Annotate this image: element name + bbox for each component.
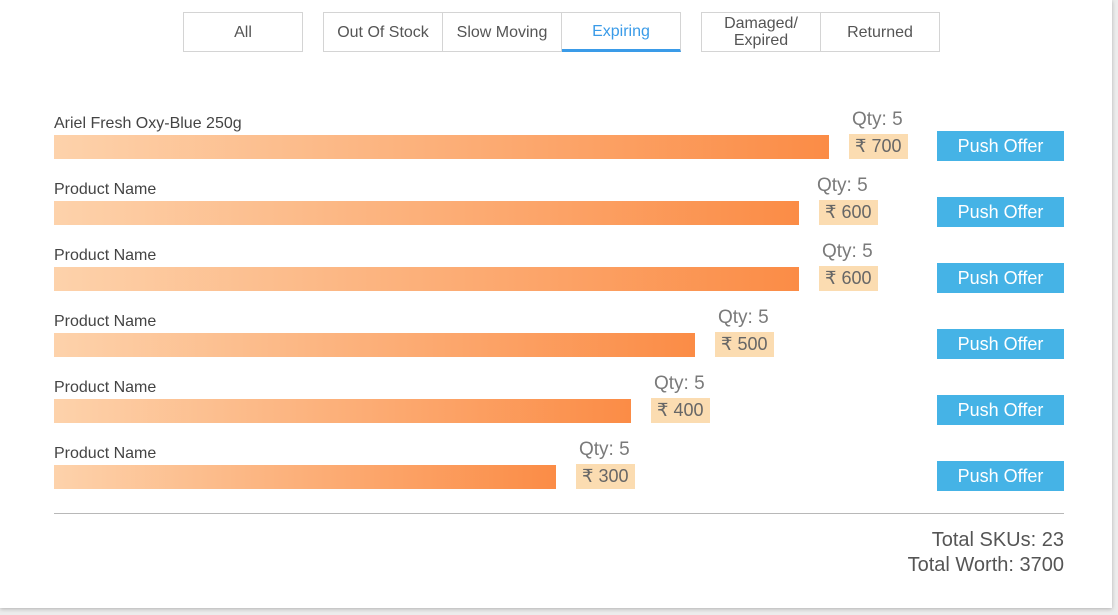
- inventory-card: All Out Of Stock Slow Moving Expiring Da…: [0, 0, 1112, 608]
- push-offer-button[interactable]: Push Offer: [937, 461, 1064, 491]
- tab-returned-label: Returned: [847, 23, 913, 41]
- tab-group-issues: Damaged/ Expired Returned: [701, 12, 940, 52]
- totals-summary: Total SKUs: 23 Total Worth: 3700: [908, 528, 1064, 578]
- product-price-badge: ₹ 300: [576, 464, 635, 489]
- summary-divider: [54, 513, 1064, 514]
- product-qty: Qty: 5: [817, 175, 868, 196]
- push-offer-button[interactable]: Push Offer: [937, 197, 1064, 227]
- product-qty: Qty: 5: [718, 307, 769, 328]
- tab-group-all: All: [183, 12, 303, 52]
- stock-worth-bar: [54, 333, 695, 357]
- product-price-badge: ₹ 600: [819, 266, 878, 291]
- product-row: Product Name Qty: 5 ₹ 600 Push Offer: [0, 241, 1112, 307]
- tab-slow-moving-label: Slow Moving: [456, 23, 548, 41]
- push-offer-button[interactable]: Push Offer: [937, 329, 1064, 359]
- tab-returned[interactable]: Returned: [821, 12, 940, 52]
- stock-worth-bar: [54, 465, 556, 489]
- stock-worth-bar: [54, 267, 799, 291]
- product-price-badge: ₹ 500: [715, 332, 774, 357]
- stock-worth-bar: [54, 201, 799, 225]
- product-price-badge: ₹ 600: [819, 200, 878, 225]
- tab-group-stock-status: Out Of Stock Slow Moving Expiring: [323, 12, 681, 52]
- product-name: Ariel Fresh Oxy-Blue 250g: [54, 115, 242, 132]
- product-row: Ariel Fresh Oxy-Blue 250g Qty: 5 ₹ 700 P…: [0, 109, 1112, 175]
- tab-damaged-label-line2: Expired: [733, 32, 789, 49]
- tab-damaged-expired[interactable]: Damaged/ Expired: [701, 12, 821, 52]
- product-qty: Qty: 5: [654, 373, 705, 394]
- stock-worth-bar: [54, 135, 829, 159]
- product-price-badge: ₹ 400: [651, 398, 710, 423]
- total-skus: Total SKUs: 23: [931, 529, 1064, 551]
- product-price-badge: ₹ 700: [849, 134, 908, 159]
- product-qty: Qty: 5: [822, 241, 873, 262]
- product-row: Product Name Qty: 5 ₹ 300 Push Offer: [0, 439, 1112, 505]
- stock-worth-bar: [54, 399, 631, 423]
- tab-damaged-label-line1: Damaged/: [724, 15, 798, 32]
- tab-out-of-stock-label: Out Of Stock: [337, 23, 429, 41]
- tab-expiring-label: Expiring: [592, 22, 650, 40]
- product-name: Product Name: [54, 445, 157, 462]
- product-name: Product Name: [54, 247, 157, 264]
- tab-out-of-stock[interactable]: Out Of Stock: [323, 12, 443, 52]
- total-worth: Total Worth: 3700: [907, 554, 1064, 576]
- tab-expiring[interactable]: Expiring: [562, 12, 681, 52]
- tab-slow-moving[interactable]: Slow Moving: [443, 12, 562, 52]
- product-name: Product Name: [54, 181, 157, 198]
- tab-all-label: All: [234, 23, 252, 41]
- product-row: Product Name Qty: 5 ₹ 400 Push Offer: [0, 373, 1112, 439]
- product-qty: Qty: 5: [579, 439, 630, 460]
- product-qty: Qty: 5: [852, 109, 903, 130]
- push-offer-button[interactable]: Push Offer: [937, 131, 1064, 161]
- push-offer-button[interactable]: Push Offer: [937, 263, 1064, 293]
- product-name: Product Name: [54, 313, 157, 330]
- push-offer-button[interactable]: Push Offer: [937, 395, 1064, 425]
- product-name: Product Name: [54, 379, 157, 396]
- tab-all[interactable]: All: [183, 12, 303, 52]
- product-row: Product Name Qty: 5 ₹ 500 Push Offer: [0, 307, 1112, 373]
- product-row: Product Name Qty: 5 ₹ 600 Push Offer: [0, 175, 1112, 241]
